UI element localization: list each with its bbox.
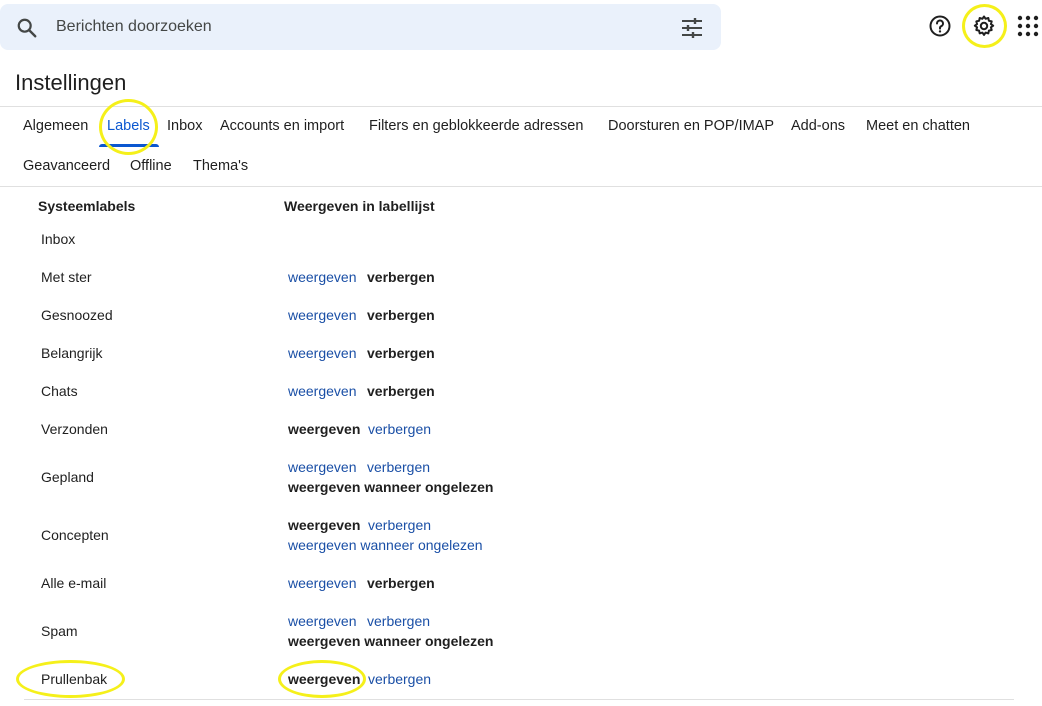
tab-offline[interactable]: Offline (130, 158, 172, 174)
label-name: Concepten (41, 527, 109, 543)
show-option[interactable]: weergeven (288, 307, 357, 323)
divider (24, 699, 1014, 700)
hide-option[interactable]: verbergen (367, 613, 430, 629)
hide-option: verbergen (367, 269, 435, 285)
tab-meet-en-chatten[interactable]: Meet en chatten (866, 118, 970, 134)
tab-themas[interactable]: Thema's (193, 158, 248, 174)
label-name: Gepland (41, 469, 94, 485)
hide-option: verbergen (367, 345, 435, 361)
label-name: Inbox (41, 231, 76, 247)
search-bar[interactable]: Berichten doorzoeken (0, 4, 721, 50)
show-if-unread-option: weergeven wanneer ongelezen (288, 479, 494, 495)
divider (0, 106, 1042, 107)
show-if-unread-option[interactable]: weergeven wanneer ongelezen (288, 537, 483, 553)
search-icon[interactable] (16, 17, 38, 39)
divider (0, 186, 1042, 187)
tab-accounts-en-import[interactable]: Accounts en import (220, 118, 344, 134)
hide-option: verbergen (367, 383, 435, 399)
hide-option[interactable]: verbergen (368, 421, 431, 437)
show-option[interactable]: weergeven (288, 459, 357, 475)
show-option[interactable]: weergeven (288, 345, 357, 361)
label-name: Belangrijk (41, 345, 103, 361)
column-header-system-labels: Systeemlabels (38, 198, 136, 214)
page-title: Instellingen (15, 70, 127, 95)
hide-option[interactable]: verbergen (368, 671, 431, 687)
label-name: Prullenbak (41, 671, 108, 687)
label-name: Spam (41, 623, 78, 639)
search-input[interactable]: Berichten doorzoeken (56, 18, 212, 36)
show-option: weergeven (288, 421, 361, 437)
tab-algemeen[interactable]: Algemeen (23, 118, 88, 134)
tab-geavanceerd[interactable]: Geavanceerd (23, 158, 110, 174)
show-option: weergeven (288, 517, 361, 533)
label-name: Verzonden (41, 421, 108, 437)
show-option[interactable]: weergeven (288, 269, 357, 285)
label-name: Met ster (41, 269, 92, 285)
tab-filters[interactable]: Filters en geblokkeerde adressen (369, 118, 583, 134)
apps-grid-icon[interactable] (1016, 14, 1040, 38)
tab-add-ons[interactable]: Add-ons (791, 118, 845, 134)
show-if-unread-option: weergeven wanneer ongelezen (288, 633, 494, 649)
hide-option: verbergen (367, 307, 435, 323)
top-bar: Berichten doorzoeken (0, 0, 1042, 56)
active-tab-indicator (99, 144, 159, 147)
show-option[interactable]: weergeven (288, 575, 357, 591)
tune-icon[interactable] (681, 18, 703, 38)
show-option: weergeven (288, 671, 361, 687)
label-name: Alle e-mail (41, 575, 107, 591)
hide-option[interactable]: verbergen (368, 517, 431, 533)
column-header-show-in-list: Weergeven in labellijst (284, 198, 435, 214)
help-icon[interactable] (928, 14, 952, 38)
show-option[interactable]: weergeven (288, 383, 357, 399)
hide-option: verbergen (367, 575, 435, 591)
label-name: Gesnoozed (41, 307, 113, 323)
show-option[interactable]: weergeven (288, 613, 357, 629)
tab-inbox[interactable]: Inbox (167, 118, 202, 134)
tab-labels[interactable]: Labels (107, 118, 150, 134)
tab-doorsturen[interactable]: Doorsturen en POP/IMAP (608, 118, 774, 134)
label-name: Chats (41, 383, 78, 399)
gear-icon[interactable] (972, 14, 996, 38)
hide-option[interactable]: verbergen (367, 459, 430, 475)
